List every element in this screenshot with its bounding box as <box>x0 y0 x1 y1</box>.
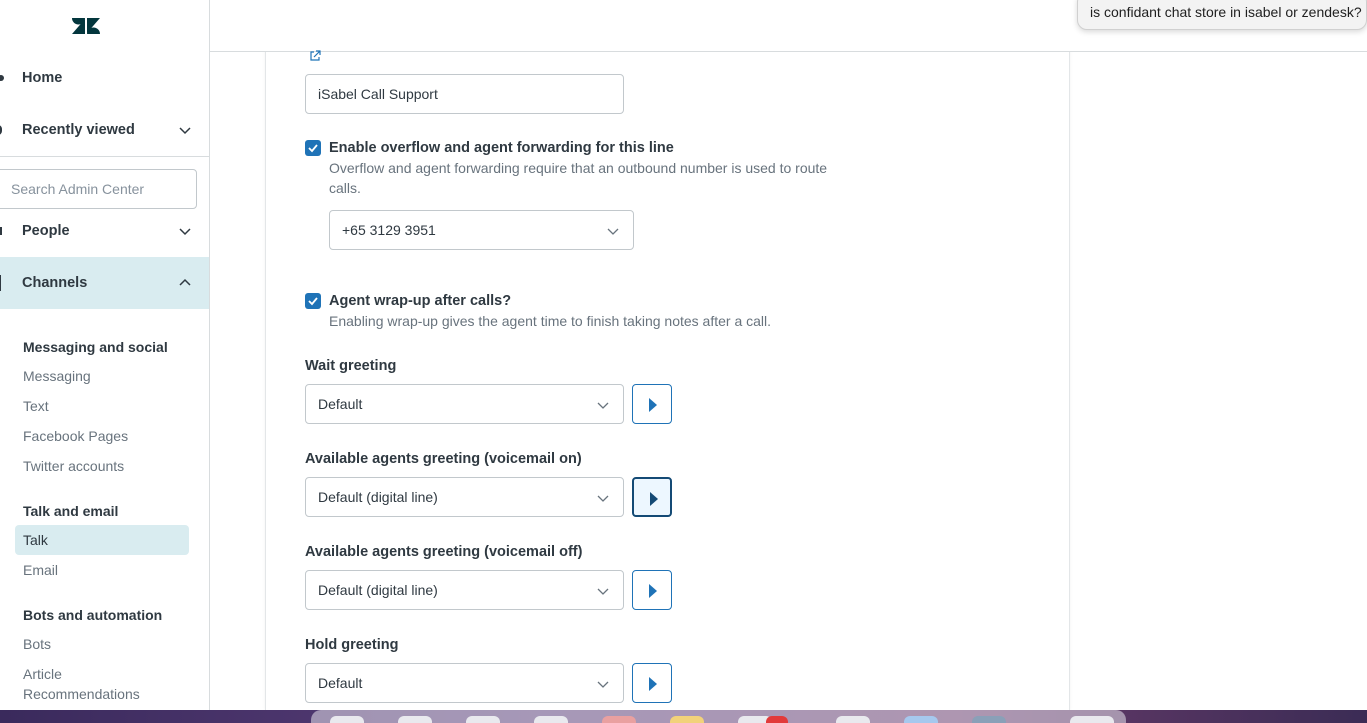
nav-people[interactable]: People <box>0 209 209 253</box>
channels-icon <box>0 275 1 291</box>
sidebar-item-facebook-pages[interactable]: Facebook Pages <box>23 428 128 444</box>
zendesk-logo-icon[interactable] <box>72 14 100 38</box>
wrapup-label[interactable]: Agent wrap-up after calls? <box>329 293 511 309</box>
available-on-play-button[interactable] <box>632 477 672 517</box>
chevron-down-icon <box>597 495 609 502</box>
chat-tooltip: is confidant chat store in isabel or zen… <box>1077 0 1367 30</box>
admin-sidebar: Home Recently viewed People Channels Mes… <box>0 0 210 710</box>
checkmark-icon <box>308 144 318 153</box>
sidebar-item-messaging[interactable]: Messaging <box>23 368 91 384</box>
hold-greeting-value: Default <box>318 675 363 691</box>
overflow-number-select[interactable]: +65 3129 3951 <box>329 210 634 250</box>
external-link-icon[interactable] <box>309 50 321 62</box>
chevron-down-icon <box>179 127 191 135</box>
play-icon <box>650 492 658 506</box>
sidebar-item-bots[interactable]: Bots <box>23 636 51 652</box>
dock-app-icon[interactable] <box>330 716 364 723</box>
nav-people-label: People <box>22 223 70 239</box>
overflow-checkbox[interactable] <box>305 140 321 156</box>
section-bots-automation: Bots and automation <box>23 607 163 623</box>
chevron-down-icon <box>597 588 609 595</box>
chevron-down-icon <box>597 402 609 409</box>
nav-home-label: Home <box>22 70 63 86</box>
hold-greeting-play-button[interactable] <box>632 663 672 703</box>
chevron-down-icon <box>607 228 619 235</box>
chevron-up-icon <box>179 278 191 286</box>
home-icon <box>0 75 4 81</box>
overflow-hint-line2: calls. <box>329 180 361 196</box>
sidebar-item-text[interactable]: Text <box>23 398 49 414</box>
available-on-value: Default (digital line) <box>318 489 438 505</box>
available-on-label: Available agents greeting (voicemail on) <box>305 451 582 467</box>
search-icon <box>0 182 1 196</box>
hold-greeting-select[interactable]: Default <box>305 663 624 703</box>
available-off-select[interactable]: Default (digital line) <box>305 570 624 610</box>
sidebar-item-twitter-accounts[interactable]: Twitter accounts <box>23 458 124 474</box>
available-off-label: Available agents greeting (voicemail off… <box>305 544 583 560</box>
nav-recently-viewed[interactable]: Recently viewed <box>0 108 209 152</box>
chevron-down-icon <box>179 228 191 236</box>
line-name-input[interactable] <box>306 75 623 113</box>
wrapup-hint: Enabling wrap-up gives the agent time to… <box>329 313 772 329</box>
overflow-number-value: +65 3129 3951 <box>342 222 436 238</box>
dock-app-icon[interactable] <box>398 716 432 723</box>
dock-app-icon[interactable] <box>466 716 500 723</box>
available-off-value: Default (digital line) <box>318 582 438 598</box>
wait-greeting-play-button[interactable] <box>632 384 672 424</box>
available-off-play-button[interactable] <box>632 570 672 610</box>
dock-app-icon[interactable] <box>904 716 938 723</box>
overflow-label[interactable]: Enable overflow and agent forwarding for… <box>329 140 674 156</box>
chevron-down-icon <box>597 681 609 688</box>
dock-app-icon[interactable] <box>1070 716 1114 723</box>
play-icon <box>649 677 657 691</box>
notification-badge <box>766 716 788 723</box>
dock-app-icon[interactable] <box>670 716 704 723</box>
dock-app-icon[interactable] <box>972 716 1006 723</box>
sidebar-item-talk[interactable]: Talk <box>15 525 189 555</box>
available-on-select[interactable]: Default (digital line) <box>305 477 624 517</box>
wait-greeting-label: Wait greeting <box>305 358 397 374</box>
checkmark-icon <box>308 297 318 306</box>
section-talk-email: Talk and email <box>23 503 119 519</box>
wait-greeting-select[interactable]: Default <box>305 384 624 424</box>
sidebar-divider <box>0 156 209 157</box>
overflow-hint-line1: Overflow and agent forwarding require th… <box>329 160 828 176</box>
dock-app-icon[interactable] <box>534 716 568 723</box>
hold-greeting-label: Hold greeting <box>305 637 399 653</box>
section-messaging-social: Messaging and social <box>23 339 168 355</box>
play-icon <box>649 398 657 412</box>
wrapup-checkbox[interactable] <box>305 293 321 309</box>
nav-recently-viewed-label: Recently viewed <box>22 122 135 138</box>
clock-icon <box>0 125 2 135</box>
dock-app-icon[interactable] <box>836 716 870 723</box>
sidebar-item-talk-label: Talk <box>23 532 48 548</box>
nav-channels-label: Channels <box>22 275 88 291</box>
nav-channels[interactable]: Channels <box>0 257 209 309</box>
play-icon <box>649 584 657 598</box>
sidebar-item-recommendations[interactable]: Recommendations <box>23 686 140 702</box>
search-input[interactable] <box>0 170 196 208</box>
dock-app-icon[interactable] <box>602 716 636 723</box>
admin-search[interactable] <box>0 169 197 209</box>
sidebar-item-article[interactable]: Article <box>23 666 62 682</box>
wait-greeting-value: Default <box>318 396 363 412</box>
nav-home[interactable]: Home <box>0 56 209 100</box>
sidebar-item-email[interactable]: Email <box>23 562 58 578</box>
line-name-field[interactable] <box>305 74 624 114</box>
people-icon <box>0 227 2 235</box>
